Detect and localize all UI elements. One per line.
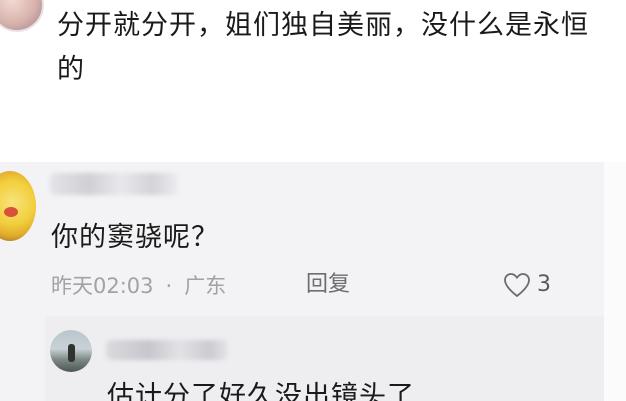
comment-feed: 分开就分开，姐们独自美丽，没什么是永恒的 你的窦骁呢？ 昨天02:03 · 广东 回… bbox=[0, 0, 626, 401]
avatar[interactable] bbox=[50, 330, 92, 372]
thread-edge bbox=[604, 162, 626, 401]
sub-reply-username-blurred bbox=[106, 340, 228, 360]
like-count: 3 bbox=[537, 272, 551, 297]
comment-text: 你的窦骁呢？ bbox=[51, 222, 219, 253]
heart-icon bbox=[504, 273, 530, 297]
reply-button[interactable]: 回复 bbox=[306, 270, 350, 300]
previous-comment: 分开就分开，姐们独自美丽，没什么是永恒的 bbox=[0, 0, 626, 160]
like-button[interactable]: 3 bbox=[503, 270, 551, 300]
previous-comment-text: 分开就分开，姐们独自美丽，没什么是永恒的 bbox=[57, 10, 589, 85]
comment-location: 广东 bbox=[184, 274, 227, 298]
meta-separator: · bbox=[165, 274, 173, 298]
comment-meta: 昨天02:03 · 广东 bbox=[51, 270, 226, 300]
avatar[interactable] bbox=[0, 0, 44, 32]
sub-reply-text: 估计分了好久没出镜头了 bbox=[107, 381, 415, 401]
username-blurred bbox=[50, 173, 178, 195]
comment-time: 昨天02:03 bbox=[51, 274, 154, 298]
